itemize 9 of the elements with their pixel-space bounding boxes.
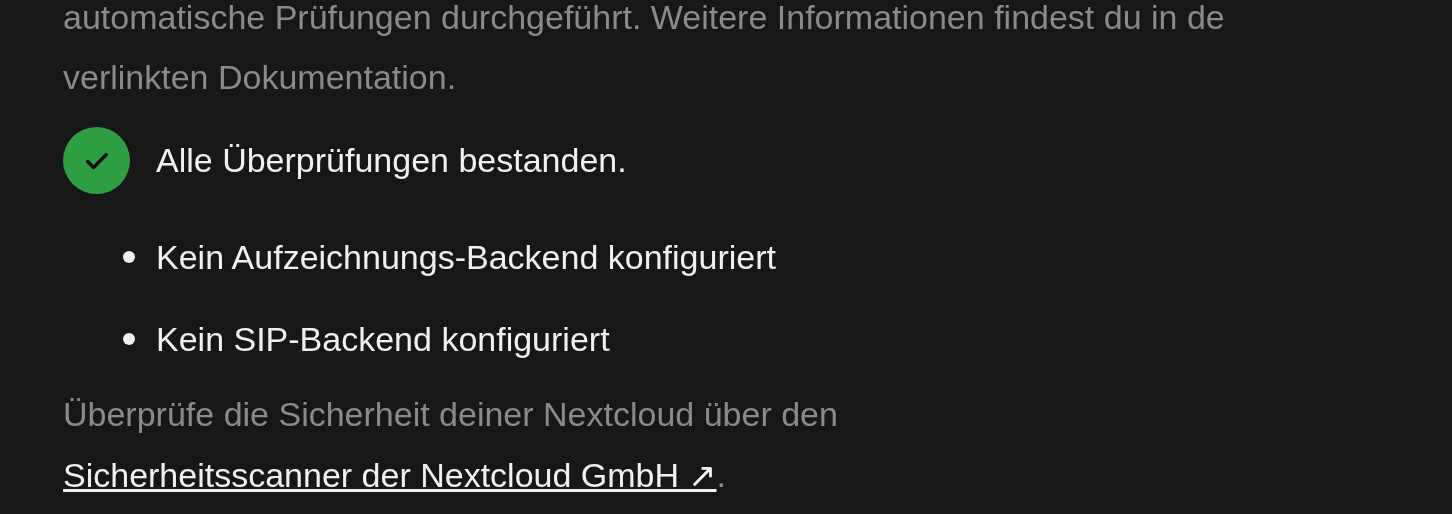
note-text: Kein SIP-Backend konfiguriert <box>156 318 610 360</box>
scanner-link[interactable]: Sicherheitsscanner der Nextcloud GmbH ↗ <box>63 456 717 494</box>
bullet-icon <box>123 251 135 263</box>
bullet-icon <box>123 333 135 345</box>
intro-text: verlinkten Dokumentation. <box>63 57 457 98</box>
scanner-hint: Überprüfe die Sicherheit deiner Nextcloud über den Sicherheitsscanner der Nextcloud GmbH ↗. <box>63 394 839 496</box>
note-text: Kein Aufzeichnungs-Backend konfiguriert <box>156 236 776 278</box>
check-result-text: Alle Überprüfungen bestanden. <box>156 140 627 181</box>
intro-text: automatische Prüfungen durchgeführt. Weitere Informationen findest du in de <box>63 0 1225 38</box>
